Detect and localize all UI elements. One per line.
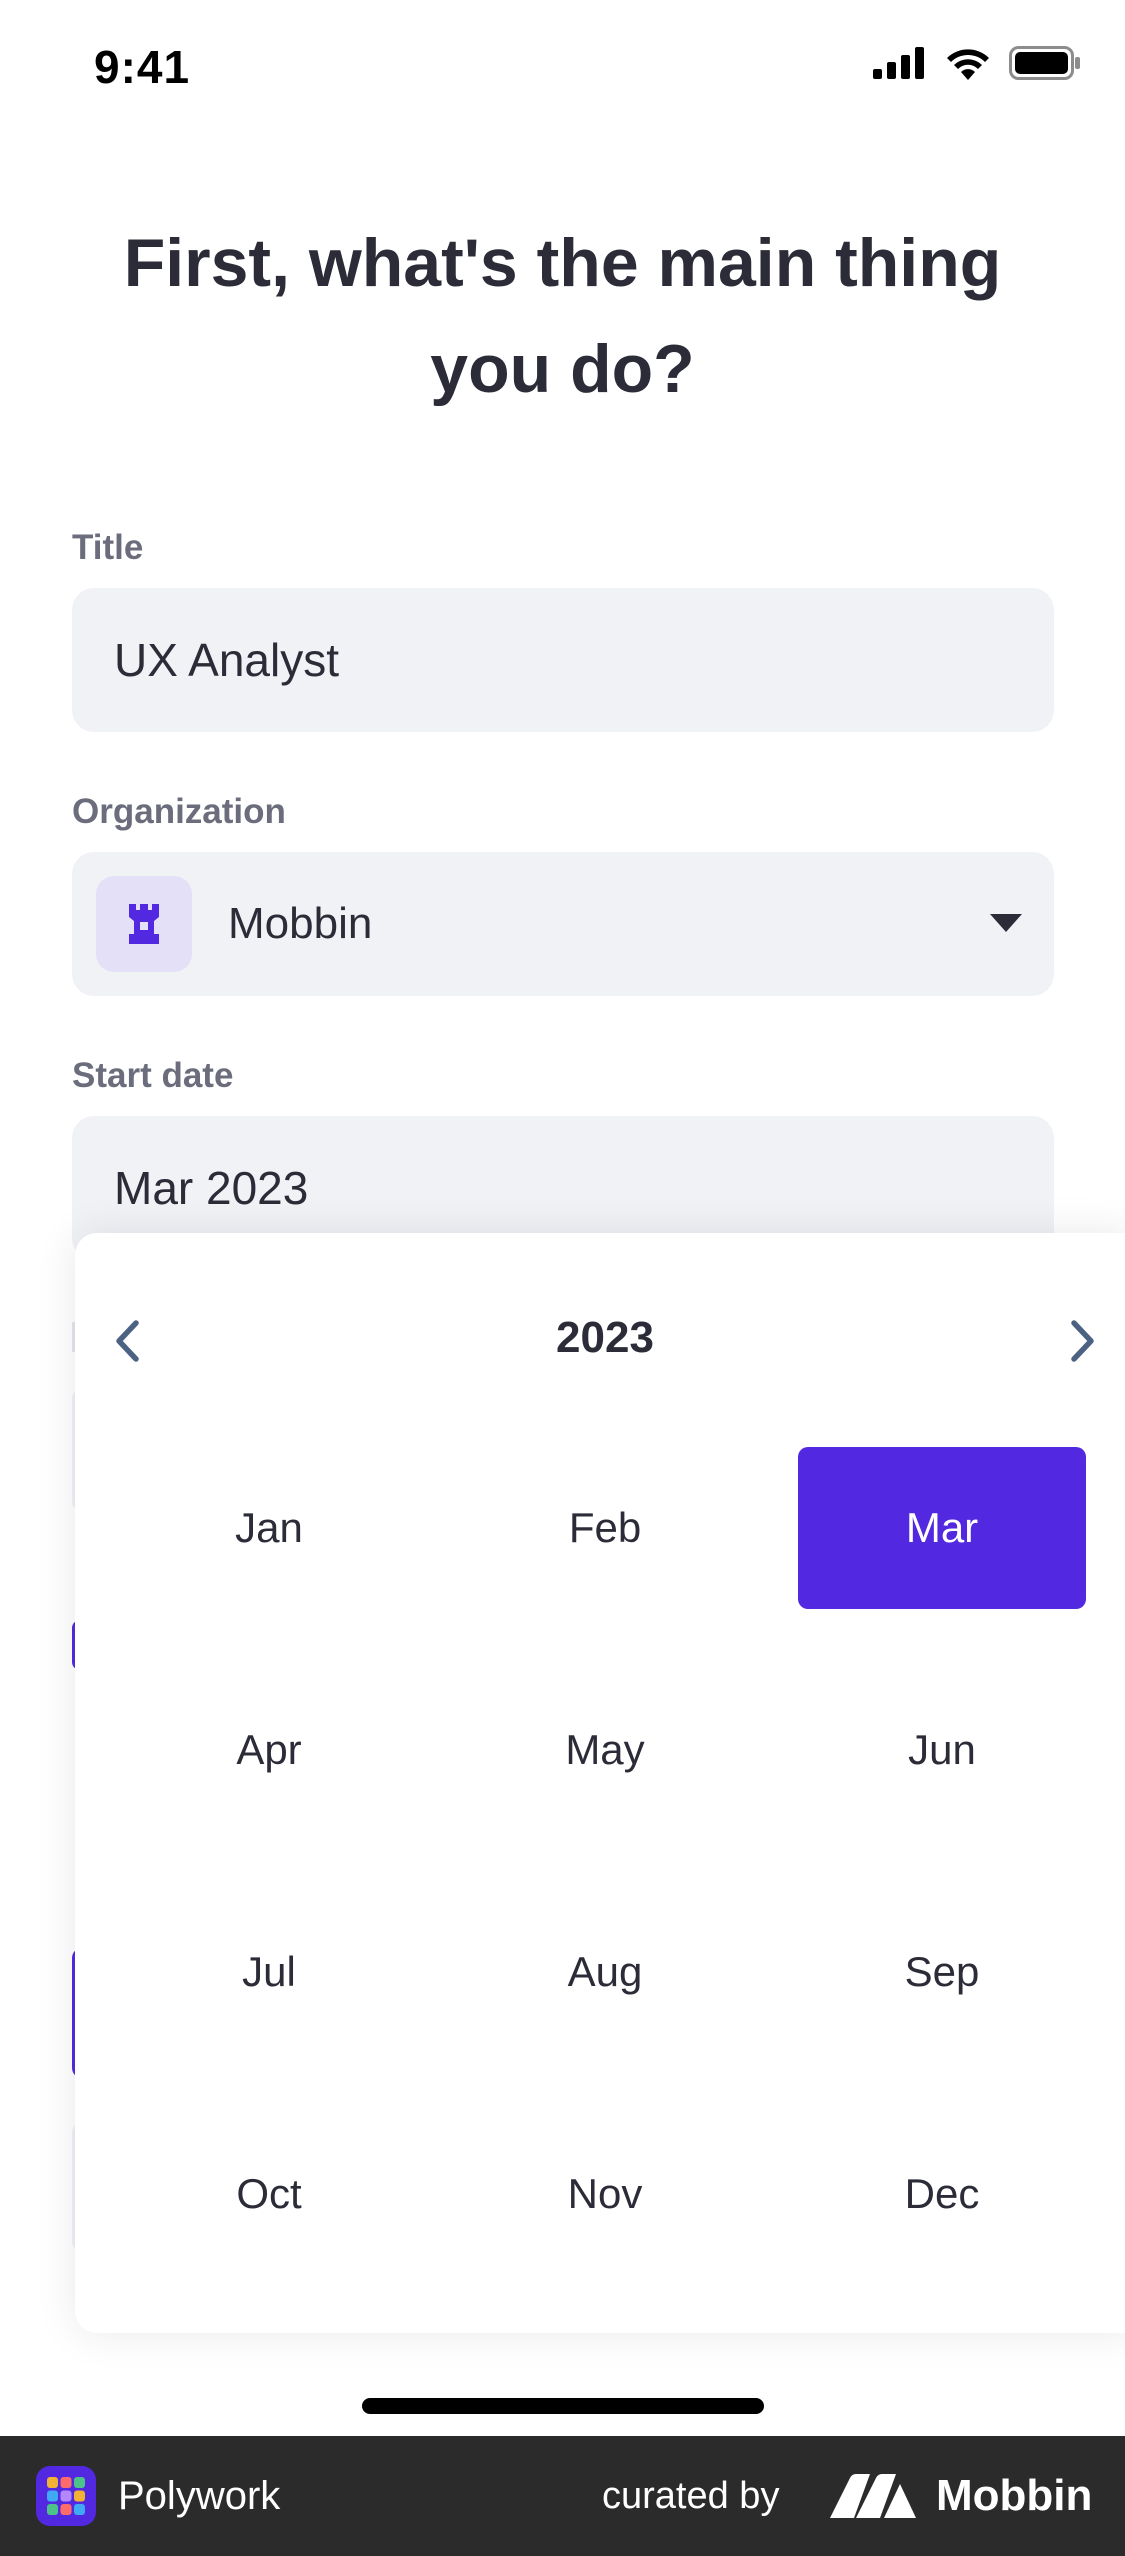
organization-label: Organization xyxy=(72,792,286,831)
polywork-grid-icon xyxy=(47,2477,85,2515)
month-jul[interactable]: Jul xyxy=(125,1891,413,2053)
title-field-value: UX Analyst xyxy=(114,634,339,686)
battery-icon xyxy=(1009,46,1080,80)
chevron-down-icon xyxy=(990,914,1022,932)
footer-brand-name: Mobbin xyxy=(936,2471,1093,2520)
mobbin-logo-icon xyxy=(830,2474,916,2518)
month-dec[interactable]: Dec xyxy=(798,2113,1086,2275)
month-oct[interactable]: Oct xyxy=(125,2113,413,2275)
castle-tower-icon xyxy=(129,904,159,944)
organization-value: Mobbin xyxy=(228,899,373,948)
month-mar-selected[interactable]: Mar xyxy=(798,1447,1086,1609)
month-aug[interactable]: Aug xyxy=(461,1891,749,2053)
start-date-label: Start date xyxy=(72,1056,234,1095)
cellular-signal-icon xyxy=(873,47,924,79)
picker-year: 2023 xyxy=(556,1313,654,1362)
month-apr[interactable]: Apr xyxy=(125,1669,413,1831)
status-bar: 9:41 xyxy=(0,0,1125,140)
page-title: First, what's the main thing you do? xyxy=(123,225,1002,407)
wifi-icon xyxy=(947,49,989,80)
month-picker: 2023 Jan Feb Mar Apr May Jun Jul Aug Sep… xyxy=(75,1233,1125,2333)
next-year-button[interactable] xyxy=(1053,1305,1113,1377)
month-jan[interactable]: Jan xyxy=(125,1447,413,1609)
footer-app-name: Polywork xyxy=(118,2474,281,2518)
month-feb[interactable]: Feb xyxy=(461,1447,749,1609)
title-field[interactable]: UX Analyst xyxy=(72,588,1054,732)
organization-logo xyxy=(96,876,192,972)
organization-select[interactable]: Mobbin xyxy=(72,852,1054,996)
title-label: Title xyxy=(72,528,144,567)
status-icons xyxy=(873,46,1081,80)
home-indicator xyxy=(362,2398,764,2414)
month-nov[interactable]: Nov xyxy=(461,2113,749,2275)
chevron-right-icon xyxy=(1071,1320,1094,1362)
status-time: 9:41 xyxy=(94,41,191,93)
month-sep[interactable]: Sep xyxy=(798,1891,1086,2053)
footer-bar: Polywork curated by Mobbin xyxy=(0,2436,1125,2556)
month-jun[interactable]: Jun xyxy=(798,1669,1086,1831)
footer-curated-by: curated by xyxy=(602,2475,780,2517)
month-may[interactable]: May xyxy=(461,1669,749,1831)
polywork-logo-icon xyxy=(36,2466,96,2526)
